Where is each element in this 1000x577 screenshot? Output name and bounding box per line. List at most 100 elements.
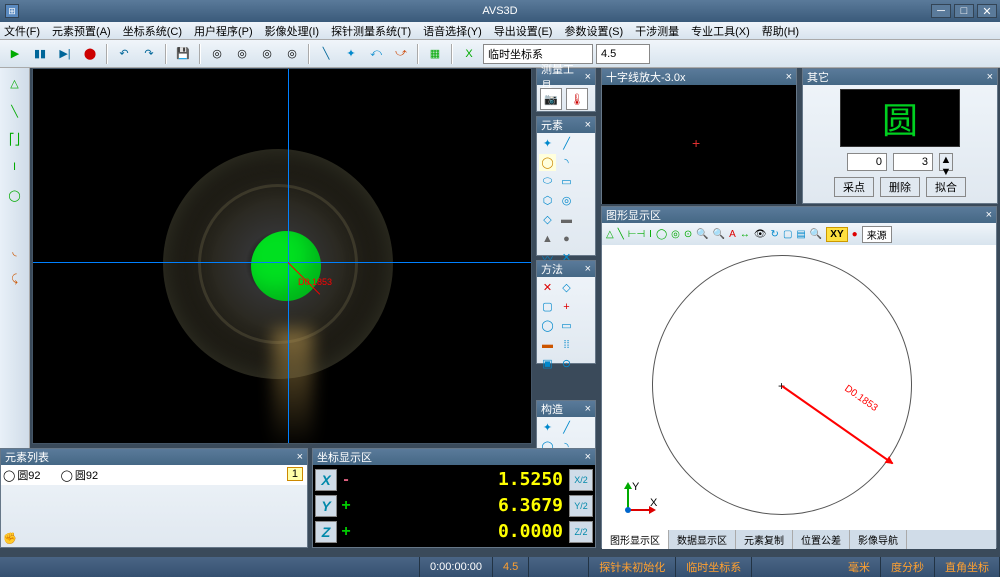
g-i-icon[interactable]: I (649, 229, 652, 240)
target4-icon[interactable]: ◎ (281, 43, 303, 65)
delete-button[interactable]: 删除 (880, 177, 920, 197)
record-icon[interactable]: ⬤ (79, 43, 101, 65)
g-circ-icon[interactable]: ◯ (656, 229, 667, 240)
g-line-icon[interactable]: ╲ (618, 229, 624, 240)
maximize-button[interactable]: □ (954, 4, 974, 18)
z-half-button[interactable]: Z/2 (569, 521, 593, 543)
g-text-icon[interactable]: A (729, 229, 736, 240)
tool-arc-icon[interactable]: ◟ (4, 240, 26, 262)
solid-rect-icon[interactable]: ▬ (558, 211, 575, 228)
m-rect-icon[interactable]: ▭ (558, 317, 575, 334)
axis-icon[interactable]: ✦ (340, 43, 362, 65)
tool-bracket-icon[interactable]: ⎡⎦ (4, 128, 26, 150)
tab-tol[interactable]: 位置公差 (793, 530, 850, 549)
m-diamond-icon[interactable]: ◇ (558, 279, 575, 296)
close-icon[interactable]: × (585, 71, 591, 83)
solid-tri-icon[interactable]: ▲ (539, 230, 556, 247)
excel-icon[interactable]: X (458, 43, 480, 65)
grab-icon[interactable]: ✊ (3, 532, 17, 545)
close-icon[interactable]: × (585, 403, 591, 415)
target3-icon[interactable]: ◎ (256, 43, 278, 65)
m-plus-icon[interactable]: + (558, 298, 575, 315)
m-box-icon[interactable]: ▣ (539, 355, 556, 372)
rect-icon[interactable]: ▭ (558, 173, 575, 190)
diamond-icon[interactable]: ◇ (539, 211, 556, 228)
menu-image[interactable]: 影像处理(I) (265, 23, 319, 39)
m-circle-icon[interactable]: ◯ (539, 317, 556, 334)
ring-icon[interactable]: ◎ (558, 192, 575, 209)
close-icon[interactable]: × (786, 71, 792, 83)
tool-circle-icon[interactable]: ◯ (4, 184, 26, 206)
target1-icon[interactable]: ◎ (206, 43, 228, 65)
g-source-select[interactable]: 来源 (862, 226, 892, 243)
menu-program[interactable]: 用户程序(P) (194, 23, 253, 39)
hex-icon[interactable]: ⬡ (539, 192, 556, 209)
count-2-input[interactable] (893, 153, 933, 171)
arc-icon[interactable]: ◝ (558, 154, 575, 171)
g-tri-icon[interactable]: △ (606, 229, 614, 240)
list-body[interactable]: ◯圆92 ◯圆92 1 ✊ (1, 465, 307, 485)
g-ball-icon[interactable]: ● (852, 229, 858, 240)
m-bar-icon[interactable]: ▬ (539, 336, 556, 353)
minimize-button[interactable]: ─ (931, 4, 951, 18)
g-h-icon[interactable]: ⊢⊣ (628, 229, 645, 240)
menu-element[interactable]: 元素预置(A) (52, 23, 111, 39)
graph-canvas[interactable]: + D0.1853 YX (602, 245, 996, 530)
thermo-icon[interactable]: 🌡 (566, 88, 588, 110)
menu-export[interactable]: 导出设置(E) (494, 23, 553, 39)
g-ring-icon[interactable]: ◎ (671, 229, 680, 240)
menu-file[interactable]: 文件(F) (4, 23, 40, 39)
menu-voice[interactable]: 语音选择(Y) (423, 23, 482, 39)
c-point-icon[interactable]: ✦ (539, 419, 556, 436)
expand-icon[interactable]: ⊞ (5, 4, 19, 18)
g-search-icon[interactable]: 🔍 (810, 229, 822, 240)
play-icon[interactable]: ▶ (4, 43, 26, 65)
toolbar-value[interactable] (596, 44, 650, 64)
x-half-button[interactable]: X/2 (569, 469, 593, 491)
z-label[interactable]: Z (315, 521, 337, 543)
tool-triangle-icon[interactable]: △ (4, 72, 26, 94)
menu-coord[interactable]: 坐标系统(C) (123, 23, 182, 39)
g-eye-icon[interactable]: 👁 (754, 229, 767, 240)
tab-nav[interactable]: 影像导航 (850, 530, 907, 549)
circle-icon[interactable]: ◯ (539, 154, 556, 171)
close-icon[interactable]: × (585, 451, 591, 463)
tab-data[interactable]: 数据显示区 (669, 530, 736, 549)
save-icon[interactable]: 💾 (172, 43, 194, 65)
undo-icon[interactable]: ↶ (113, 43, 135, 65)
menu-tools[interactable]: 专业工具(X) (691, 23, 750, 39)
ellipse-icon[interactable]: ⬭ (539, 173, 556, 190)
tool-line-icon[interactable]: ╲ (4, 100, 26, 122)
line-icon[interactable]: ╲ (315, 43, 337, 65)
g-xy-button[interactable]: XY (826, 227, 847, 242)
close-icon[interactable]: × (987, 71, 993, 83)
solid-circ-icon[interactable]: ● (558, 230, 575, 247)
camera-view[interactable]: D0.1853 (32, 68, 532, 444)
close-icon[interactable]: × (585, 263, 591, 275)
close-button[interactable]: ✕ (977, 4, 997, 18)
tool-ih-icon[interactable]: I (4, 156, 26, 178)
g-arrow-icon[interactable]: ↔ (740, 229, 750, 240)
m-sq-icon[interactable]: ▢ (539, 298, 556, 315)
stepper-icon[interactable]: ▲▼ (939, 153, 953, 171)
close-icon[interactable]: × (297, 451, 303, 463)
y-label[interactable]: Y (315, 495, 337, 517)
menu-help[interactable]: 帮助(H) (762, 23, 799, 39)
g-zoomin-icon[interactable]: 🔍 (713, 229, 725, 240)
tab-copy[interactable]: 元素复制 (736, 530, 793, 549)
tab-graph[interactable]: 图形显示区 (602, 530, 669, 549)
g-layers-icon[interactable]: ▤ (796, 229, 805, 240)
target2-icon[interactable]: ◎ (231, 43, 253, 65)
g-refresh-icon[interactable]: ↻ (771, 229, 779, 240)
x-label[interactable]: X (315, 469, 337, 491)
arc2-icon[interactable]: ⤻ (390, 43, 412, 65)
c-line-icon[interactable]: ╱ (558, 419, 575, 436)
close-icon[interactable]: × (986, 209, 992, 221)
m-dots-icon[interactable]: ⁞⁞ (558, 336, 575, 353)
menu-params[interactable]: 参数设置(S) (564, 23, 623, 39)
pause-icon[interactable]: ▮▮ (29, 43, 51, 65)
tool-curve-icon[interactable]: ⤹ (4, 268, 26, 290)
next-icon[interactable]: ▶| (54, 43, 76, 65)
align-icon[interactable]: ▦ (424, 43, 446, 65)
sample-button[interactable]: 采点 (834, 177, 874, 197)
